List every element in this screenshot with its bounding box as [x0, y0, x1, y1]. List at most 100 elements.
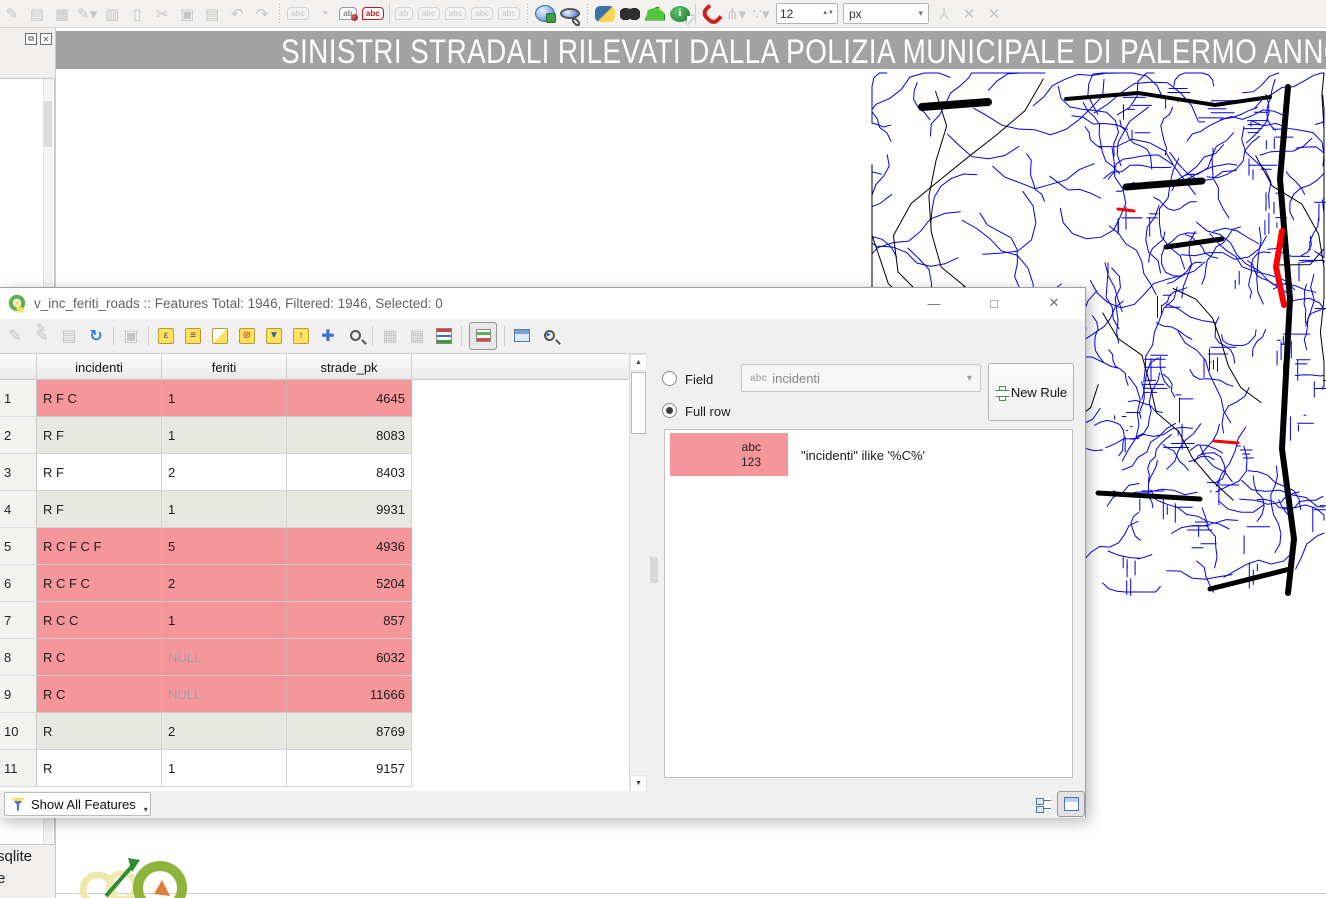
cell-incidenti[interactable]: R F C — [37, 380, 162, 417]
identify-features-icon[interactable]: i — [670, 6, 690, 22]
dock-close-icon[interactable]: ✕ — [40, 33, 52, 45]
cell-feriti[interactable]: 2 — [162, 565, 287, 602]
table-row[interactable]: 1R F C14645 — [0, 380, 629, 417]
rule-color-swatch[interactable]: abc 123 — [670, 433, 788, 476]
row-number[interactable]: 9 — [0, 676, 37, 713]
snapping-magnet-icon[interactable] — [699, 4, 722, 27]
spinner-arrows-icon[interactable]: ▲▼ — [822, 11, 834, 16]
cell-feriti[interactable]: 1 — [162, 491, 287, 528]
show-all-features-button[interactable]: Show All Features ▾ — [4, 792, 151, 816]
cell-incidenti[interactable]: R F — [37, 417, 162, 454]
dock-float-icon[interactable]: ⧉ — [25, 33, 37, 45]
table-row[interactable]: 10R28769 — [0, 713, 629, 750]
row-number[interactable]: 6 — [0, 565, 37, 602]
web-service-add-icon[interactable] — [535, 5, 555, 22]
header-corner[interactable] — [0, 354, 37, 380]
cell-incidenti[interactable]: R C F C F — [37, 528, 162, 565]
cell-strade-pk[interactable]: 4645 — [287, 380, 412, 417]
table-row[interactable]: 4R F19931 — [0, 491, 629, 528]
table-scrollbar[interactable]: ▲ ▼ — [629, 354, 646, 792]
header-incidenti[interactable]: incidenti — [37, 354, 162, 380]
cell-feriti[interactable]: 1 — [162, 380, 287, 417]
dock-attribute-table-icon[interactable] — [512, 324, 532, 348]
cell-incidenti[interactable]: R C — [37, 676, 162, 713]
web-service-search-icon[interactable] — [560, 8, 580, 19]
zoom-to-selection-icon[interactable] — [345, 324, 365, 348]
label-abc-icon[interactable]: abc — [287, 7, 309, 20]
table-row[interactable]: 9R CNULL11666 — [0, 676, 629, 713]
cut-icon[interactable]: ✂ — [152, 3, 172, 25]
label-edit-icon[interactable]: abc — [498, 7, 520, 20]
row-number[interactable]: 11 — [0, 750, 37, 787]
maximize-button[interactable]: □ — [975, 288, 1013, 318]
size-spinbox-icon[interactable]: 12▲▼ — [776, 3, 838, 24]
table-row[interactable]: 8R CNULL6032 — [0, 639, 629, 676]
label-abc-highlight-icon[interactable]: abc — [362, 7, 384, 20]
delete-field-icon[interactable]: ▦ — [407, 324, 427, 348]
cell-strade-pk[interactable]: 8403 — [287, 454, 412, 491]
table-row[interactable]: 7R C C1857 — [0, 602, 629, 639]
label-visibility-icon[interactable]: abc — [418, 7, 440, 20]
python-console-icon[interactable] — [595, 6, 615, 22]
table-row[interactable]: 3R F28403 — [0, 454, 629, 491]
table-row[interactable]: 5R C F C F54936 — [0, 528, 629, 565]
new-field-icon[interactable]: ▦ — [380, 324, 400, 348]
delete-selected-icon[interactable]: ▯ — [127, 3, 147, 25]
node-x1-icon[interactable]: ✕ — [959, 3, 979, 25]
scroll-down-icon[interactable]: ▼ — [630, 775, 647, 792]
radio-full-row[interactable] — [662, 403, 677, 418]
radio-field[interactable] — [662, 371, 677, 386]
cell-incidenti[interactable]: R — [37, 750, 162, 787]
field-combo[interactable]: abc incidenti ▾ — [741, 364, 981, 392]
cell-feriti[interactable]: NULL — [162, 639, 287, 676]
multiedit-icon[interactable]: ✎ — [32, 324, 52, 348]
undo-icon[interactable]: ↶ — [227, 3, 247, 25]
label-move-icon[interactable]: abc — [445, 7, 467, 20]
row-number[interactable]: 5 — [0, 528, 37, 565]
copy-icon[interactable]: ▣ — [177, 3, 197, 25]
cell-incidenti[interactable]: R C F C — [37, 565, 162, 602]
area-tool-icon[interactable] — [645, 7, 665, 21]
search-binoculars-icon[interactable] — [620, 7, 640, 20]
field-calculator-icon[interactable] — [434, 324, 454, 348]
row-number[interactable]: 1 — [0, 380, 37, 417]
row-number[interactable]: 7 — [0, 602, 37, 639]
cell-incidenti[interactable]: R F — [37, 491, 162, 528]
redo-icon[interactable]: ↷ — [252, 3, 272, 25]
paste-icon[interactable]: ▤ — [202, 3, 222, 25]
table-row[interactable]: 11R19157 — [0, 750, 629, 787]
find-feature-icon[interactable] — [539, 324, 559, 348]
cell-strade-pk[interactable]: 4936 — [287, 528, 412, 565]
cell-strade-pk[interactable]: 5204 — [287, 565, 412, 602]
select-all-icon[interactable]: ≡ — [183, 324, 203, 348]
label-rotate-icon[interactable]: abc — [471, 7, 493, 20]
vertex-tool-icon[interactable]: ⋔▾ — [726, 3, 746, 25]
scroll-up-icon[interactable]: ▲ — [630, 354, 647, 371]
row-number[interactable]: 3 — [0, 454, 37, 491]
edit-table-icon[interactable]: ▥ — [102, 3, 122, 25]
vertex-dots-icon[interactable]: ∵▾ — [751, 3, 771, 25]
style-manager-icon[interactable]: ✎▾ — [77, 3, 97, 25]
table-view-button[interactable] — [1057, 791, 1085, 817]
form-view-button[interactable] — [1031, 792, 1055, 816]
table-row[interactable]: 6R C F C25204 — [0, 565, 629, 602]
panel-splitter[interactable] — [650, 557, 658, 583]
cell-incidenti[interactable]: R — [37, 713, 162, 750]
unit-combo-icon[interactable]: px▾ — [843, 3, 929, 24]
cell-strade-pk[interactable]: 6032 — [287, 639, 412, 676]
scroll-thumb[interactable] — [631, 372, 646, 434]
filter-form-icon[interactable]: ▼ — [264, 324, 284, 348]
cell-feriti[interactable]: 1 — [162, 602, 287, 639]
deselect-all-icon[interactable]: ⊘ — [237, 324, 257, 348]
cell-incidenti[interactable]: R F — [37, 454, 162, 491]
conditional-formatting-icon[interactable] — [469, 322, 497, 350]
cell-incidenti[interactable]: R C C — [37, 602, 162, 639]
new-rule-button[interactable]: New Rule — [988, 363, 1074, 421]
row-number[interactable]: 8 — [0, 639, 37, 676]
cell-feriti[interactable]: 5 — [162, 528, 287, 565]
header-strade-pk[interactable]: strade_pk — [287, 354, 412, 380]
cell-feriti[interactable]: NULL — [162, 676, 287, 713]
copy-features-icon[interactable]: ▣ — [121, 324, 141, 348]
header-feriti[interactable]: feriti — [162, 354, 287, 380]
invert-selection-icon[interactable] — [210, 324, 230, 348]
